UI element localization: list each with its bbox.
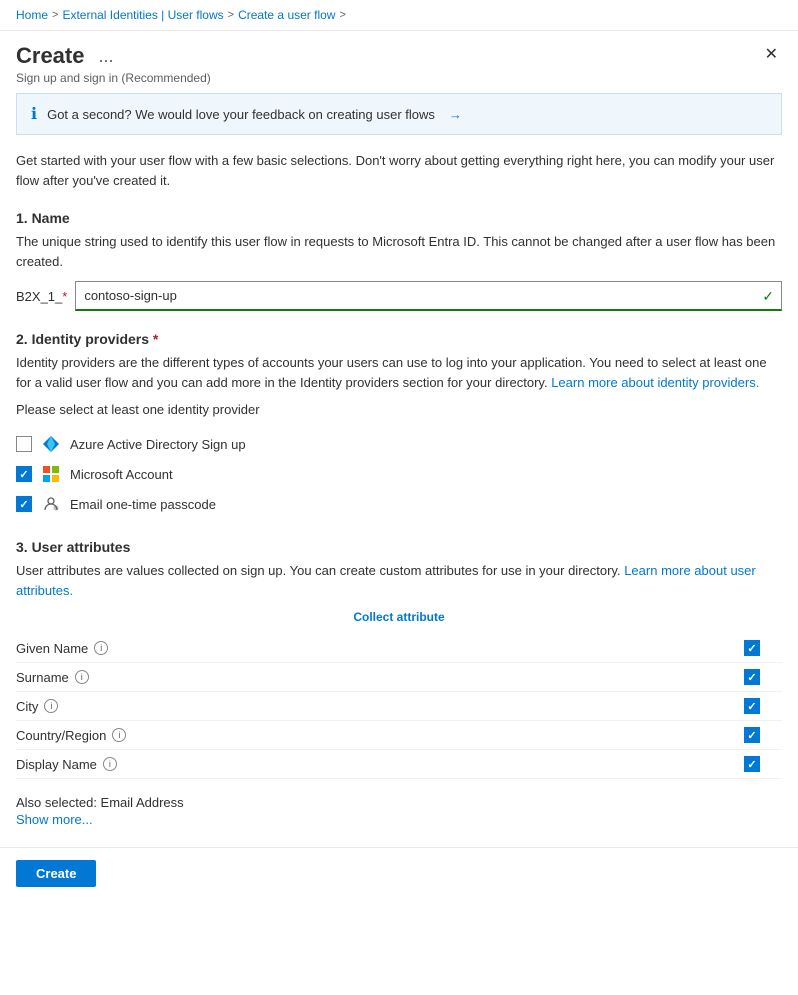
also-selected-text: Also selected: Email Address	[16, 789, 782, 810]
person-icon	[42, 495, 60, 513]
breadcrumb-sep2: >	[228, 9, 234, 21]
identity-providers-link[interactable]: Learn more about identity providers.	[551, 375, 759, 390]
breadcrumb-create[interactable]: Create a user flow	[238, 8, 335, 22]
more-options-icon[interactable]: ...	[94, 44, 117, 69]
display-name-collect-col: ✓	[722, 756, 782, 772]
section-name: 1. Name The unique string used to identi…	[16, 210, 782, 311]
display-name-info-icon[interactable]: i	[103, 757, 117, 771]
banner-link[interactable]: →	[449, 107, 462, 122]
country-region-collect-checkbox[interactable]: ✓	[744, 727, 760, 743]
check-icon: ✓	[747, 671, 756, 684]
given-name-collect-col: ✓	[722, 640, 782, 656]
email-otp-checkbox[interactable]: ✓	[16, 496, 32, 512]
list-item: Azure Active Directory Sign up	[16, 429, 782, 459]
attr-label-country-region: Country/Region i	[16, 728, 722, 743]
identity-providers-list: Azure Active Directory Sign up ✓ Microso…	[16, 429, 782, 519]
name-input[interactable]	[75, 281, 782, 311]
section2-title: 2. Identity providers *	[16, 331, 782, 347]
info-banner: ℹ Got a second? We would love your feedb…	[16, 93, 782, 135]
check-icon: ✓	[747, 729, 756, 742]
close-button[interactable]: ✕	[761, 43, 782, 67]
breadcrumb-sep1: >	[52, 9, 58, 21]
footer: Create	[0, 847, 798, 899]
display-name-collect-checkbox[interactable]: ✓	[744, 756, 760, 772]
attr-row-given-name: Given Name i ✓	[16, 634, 782, 663]
show-more-link[interactable]: Show more...	[16, 812, 782, 827]
section-identity-providers: 2. Identity providers * Identity provide…	[16, 331, 782, 519]
page-subtitle: Sign up and sign in (Recommended)	[16, 71, 211, 85]
section3-desc: User attributes are values collected on …	[16, 561, 782, 600]
header-left: Create ... Sign up and sign in (Recommen…	[16, 43, 211, 85]
create-button[interactable]: Create	[16, 860, 96, 887]
attr-row-country-region: Country/Region i ✓	[16, 721, 782, 750]
microsoft-account-checkbox[interactable]: ✓	[16, 466, 32, 482]
azure-icon	[42, 435, 60, 453]
list-item: ✓ Microsoft Account	[16, 459, 782, 489]
breadcrumb: Home > External Identities | User flows …	[0, 0, 798, 31]
country-region-collect-col: ✓	[722, 727, 782, 743]
check-icon: ✓	[747, 758, 756, 771]
section-user-attributes: 3. User attributes User attributes are v…	[16, 539, 782, 827]
name-input-row: B2X_1_* ✓	[16, 281, 782, 311]
banner-text: Got a second? We would love your feedbac…	[47, 107, 435, 122]
breadcrumb-home[interactable]: Home	[16, 8, 48, 22]
identity-provider-alert: Please select at least one identity prov…	[16, 402, 782, 417]
name-prefix: B2X_1_*	[16, 289, 67, 304]
info-icon: ℹ	[31, 104, 37, 124]
main-content: Get started with your user flow with a f…	[0, 151, 798, 827]
microsoft-account-label: Microsoft Account	[70, 467, 173, 482]
check-icon: ✓	[747, 642, 756, 655]
check-icon: ✓	[19, 468, 28, 481]
check-icon: ✓	[747, 700, 756, 713]
city-info-icon[interactable]: i	[44, 699, 58, 713]
breadcrumb-external[interactable]: External Identities | User flows	[62, 8, 223, 22]
microsoft-icon	[42, 465, 60, 483]
city-collect-col: ✓	[722, 698, 782, 714]
section3-title: 3. User attributes	[16, 539, 782, 555]
email-otp-label: Email one-time passcode	[70, 497, 216, 512]
surname-collect-checkbox[interactable]: ✓	[744, 669, 760, 685]
attr-label-city: City i	[16, 699, 722, 714]
page-title: Create	[16, 43, 84, 69]
attr-row-city: City i ✓	[16, 692, 782, 721]
ms-grid-icon	[43, 466, 59, 482]
attr-label-surname: Surname i	[16, 670, 722, 685]
attr-label-display-name: Display Name i	[16, 757, 722, 772]
surname-collect-col: ✓	[722, 669, 782, 685]
list-item: ✓ Email one-time passcode	[16, 489, 782, 519]
azure-ad-checkbox[interactable]	[16, 436, 32, 452]
check-icon: ✓	[19, 498, 28, 511]
name-input-wrapper: ✓	[75, 281, 782, 311]
country-region-info-icon[interactable]: i	[112, 728, 126, 742]
header-title-row: Create ...	[16, 43, 211, 69]
section2-desc: Identity providers are the different typ…	[16, 353, 782, 392]
city-collect-checkbox[interactable]: ✓	[744, 698, 760, 714]
input-check-icon: ✓	[762, 288, 774, 305]
attr-label-given-name: Given Name i	[16, 641, 722, 656]
surname-info-icon[interactable]: i	[75, 670, 89, 684]
intro-text: Get started with your user flow with a f…	[16, 151, 782, 190]
given-name-collect-checkbox[interactable]: ✓	[744, 640, 760, 656]
given-name-info-icon[interactable]: i	[94, 641, 108, 655]
page-header: Create ... Sign up and sign in (Recommen…	[0, 31, 798, 93]
section1-desc: The unique string used to identify this …	[16, 232, 782, 271]
breadcrumb-sep3: >	[339, 9, 345, 21]
attr-row-display-name: Display Name i ✓	[16, 750, 782, 779]
azure-ad-label: Azure Active Directory Sign up	[70, 437, 246, 452]
attr-row-surname: Surname i ✓	[16, 663, 782, 692]
section1-title: 1. Name	[16, 210, 782, 226]
collect-attribute-header: Collect attribute	[16, 610, 782, 624]
